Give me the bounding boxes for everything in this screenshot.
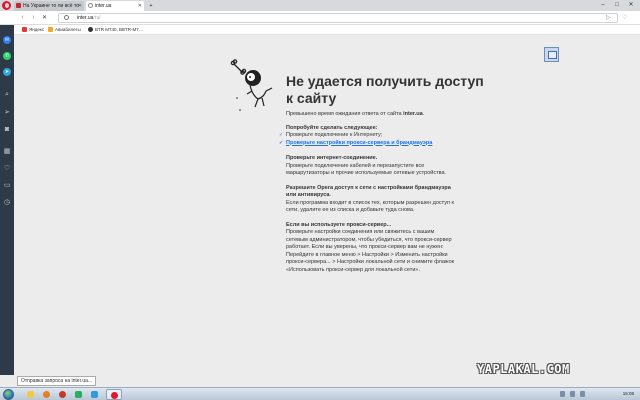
app-icon (91, 391, 98, 398)
app-icon (59, 391, 66, 398)
minimize-button[interactable]: – (596, 0, 610, 11)
error-details: Превышено время ожидания ответа от сайта… (279, 111, 456, 281)
taskbar-explorer[interactable] (24, 389, 37, 400)
taskbar-clock[interactable]: 15:08 (623, 388, 634, 400)
lead-text: Превышено время ожидания ответа от сайта (286, 111, 402, 117)
image-placeholder-icon (544, 47, 559, 62)
plane-icon (48, 27, 53, 33)
url-text: inter.ua (77, 15, 94, 21)
opera-icon (111, 392, 118, 399)
site-favicon-icon (88, 27, 93, 33)
app-icon (43, 391, 50, 398)
proxy-settings-link[interactable]: ✓ Проверьте настройки прокси-сервера и б… (279, 139, 456, 148)
tray-network-icon[interactable] (560, 391, 565, 397)
section-proxy: Если вы используете прокси-сервер... Про… (286, 222, 456, 275)
section-body: Проверьте настройки соединения или свяжи… (286, 229, 455, 273)
watermark: YAPLAKAL.COM (477, 362, 570, 376)
opera-sidebar: ✉ ✆ ➤ ⌕ ➢ ◙ ▦ ♡ ▭ ◷ (0, 25, 14, 375)
tab-close-icon[interactable]: ✕ (78, 1, 82, 11)
bookmarks-bar: Яндекс Авиабилеты BTR M740, BBTR-M7… (0, 25, 640, 35)
tab-close-icon[interactable]: ✕ (138, 1, 142, 11)
suggestion-link-text: Проверьте настройки прокси-сервера и бра… (286, 139, 433, 146)
history-icon[interactable]: ▭ (3, 182, 11, 190)
suggestions-list: ✓ Проверьте подключение к Интернету; ✓ П… (279, 132, 456, 148)
whatsapp-icon[interactable]: ✆ (3, 52, 11, 60)
messenger-icon[interactable]: ✉ (3, 36, 11, 44)
bookmark-label: Яндекс (29, 27, 45, 32)
app-icon (75, 391, 82, 398)
tab-title: На Украине то ли всё то (23, 3, 79, 9)
browser-window: На Украине то ли всё то ✕ inter.ua ✕ + –… (0, 0, 640, 400)
taskbar-app4[interactable] (72, 389, 85, 400)
telegram-icon[interactable]: ➤ (3, 68, 11, 76)
bookmark-label: BTR M740, BBTR-M7… (95, 27, 144, 32)
suggestions-header: Попробуйте сделать следующее: (286, 124, 378, 131)
yandex-icon (22, 27, 27, 33)
stop-reload-button[interactable]: ✕ (40, 13, 49, 23)
bookmark-heart-icon[interactable]: ♡ (622, 13, 627, 23)
error-lead: Превышено время ожидания ответа от сайта… (286, 111, 425, 117)
forward-button[interactable]: › (29, 13, 38, 23)
clock-icon[interactable]: ◷ (3, 199, 11, 207)
tab-strip: На Украине то ли всё то ✕ inter.ua ✕ + –… (0, 0, 640, 11)
error-title: Не удается получить доступ к сайту (286, 73, 484, 106)
url-ghost-path: /ru/ (93, 15, 101, 21)
tab-inter-ua[interactable]: inter.ua ✕ (86, 1, 144, 11)
error-page: Не удается получить доступ к сайту Превы… (14, 36, 640, 375)
check-icon: ✓ (279, 132, 284, 138)
tab-loading-icon (88, 3, 93, 8)
section-body: Проверьте подключение кабелей и перезапу… (286, 162, 447, 177)
bookmark-btr[interactable]: BTR M740, BBTR-M7… (88, 25, 143, 35)
check-icon: ✓ (279, 139, 284, 146)
taskbar-app3[interactable] (56, 389, 69, 400)
suggestion-text: Проверьте подключение к Интернету; (286, 132, 383, 138)
close-window-button[interactable]: ✕ (624, 0, 638, 11)
camera-icon[interactable]: ◙ (3, 126, 11, 134)
taskbar-opera[interactable] (106, 389, 122, 400)
taskbar-app5[interactable] (88, 389, 101, 400)
url-input[interactable]: inter.ua/ru/ (58, 13, 618, 23)
bookmark-label: Авиабилеты (55, 27, 81, 32)
site-info-icon[interactable] (64, 15, 69, 20)
folder-icon (27, 391, 34, 398)
windows-taskbar: 15:08 (0, 387, 640, 400)
search-icon[interactable]: ⌕ (3, 91, 11, 99)
tab-favicon-icon (16, 3, 21, 8)
new-tab-button[interactable]: + (146, 1, 156, 11)
opera-menu-icon[interactable] (2, 1, 11, 10)
section-header: Разрешите Opera доступ к сети с настройк… (286, 184, 451, 199)
tab-title: inter.ua (95, 3, 112, 9)
status-bubble: Отправка запроса на inter.ua... (17, 376, 97, 386)
go-icon[interactable]: ▷ (606, 13, 611, 23)
lead-host: inter.ua (403, 111, 423, 117)
section-header: Если вы используете прокси-сервер... (286, 221, 392, 228)
taskbar-app2[interactable] (40, 389, 53, 400)
suggestion-item: ✓ Проверьте подключение к Интернету; (279, 132, 456, 140)
send-icon[interactable]: ➢ (3, 109, 11, 117)
address-bar: ‹ › ✕ inter.ua/ru/ ▷ ♡ (0, 11, 640, 25)
back-button[interactable]: ‹ (18, 13, 27, 23)
start-button[interactable] (3, 389, 14, 400)
section-body: Если программа входит в список тех, кото… (286, 199, 454, 214)
bookmark-yandex[interactable]: Яндекс (22, 25, 44, 35)
tray-volume-icon[interactable] (570, 391, 575, 397)
section-header: Проверьте интернет-соединение. (286, 155, 378, 161)
section-firewall: Разрешите Opera доступ к сети с настройк… (286, 185, 456, 215)
tray-flag-icon[interactable] (580, 391, 585, 397)
speed-dial-icon[interactable]: ▦ (3, 148, 11, 156)
bookmark-avia[interactable]: Авиабилеты (48, 25, 81, 35)
maximize-button[interactable]: □ (610, 0, 624, 11)
dinosaur-bone-illustration-icon (230, 59, 273, 111)
tab-ukraine[interactable]: На Украине то ли всё то ✕ (14, 1, 84, 11)
heart-icon[interactable]: ♡ (3, 165, 11, 173)
section-internet: Проверьте интернет-соединение. Проверьте… (286, 155, 456, 178)
